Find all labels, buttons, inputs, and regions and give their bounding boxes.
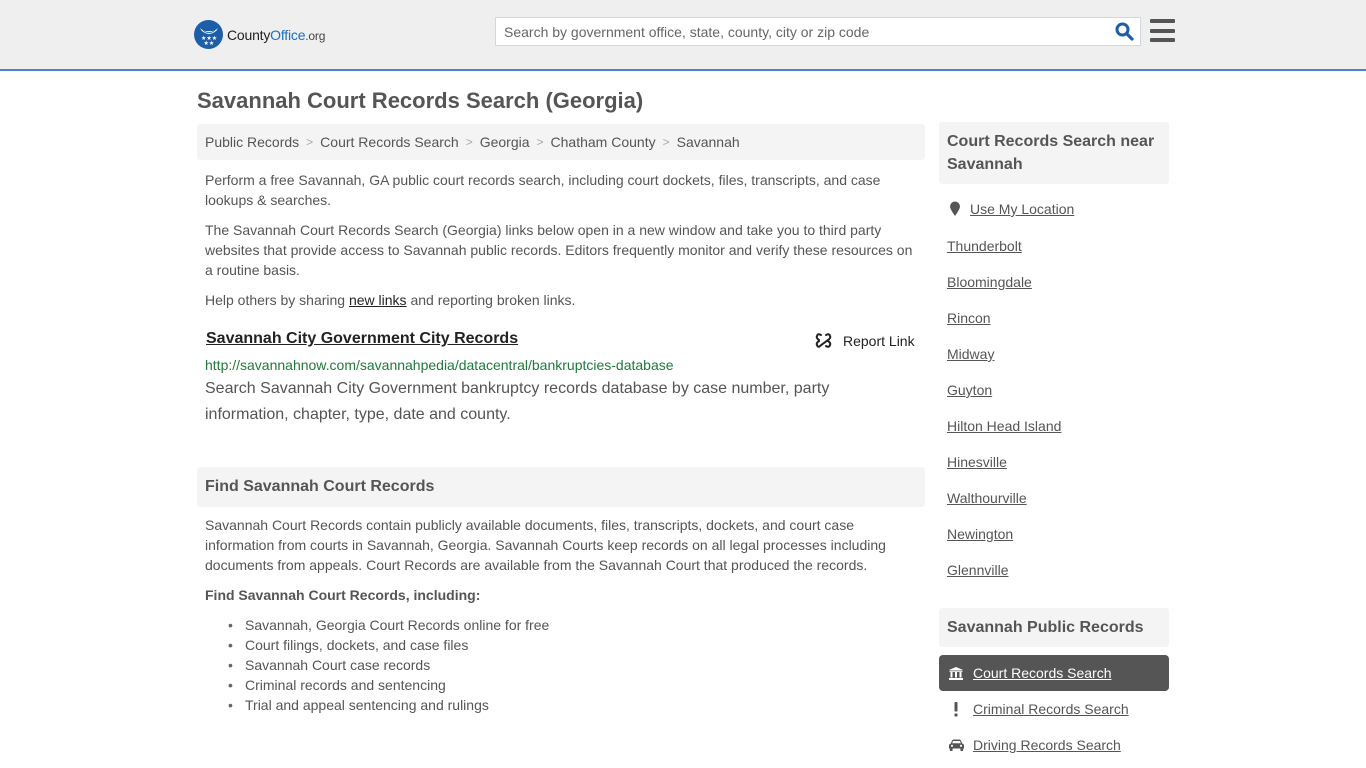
report-link-label: Report Link: [843, 332, 915, 349]
menu-bar: [1150, 38, 1175, 42]
breadcrumb-public-records[interactable]: Public Records: [205, 134, 299, 150]
intro-text: and reporting broken links.: [406, 292, 576, 308]
hamburger-menu-button[interactable]: [1150, 19, 1175, 42]
page-title: Savannah Court Records Search (Georgia): [197, 88, 644, 113]
logo-org: .org: [305, 28, 326, 43]
nearby-link-glennville[interactable]: Glennville: [947, 562, 1008, 578]
site-header: ★★★ ★★ CountyOffice.org: [0, 0, 1366, 71]
use-my-location[interactable]: Use My Location: [949, 201, 1074, 217]
list-item: Savannah Court case records: [228, 655, 549, 675]
result-title-link[interactable]: Savannah City Government City Records: [206, 330, 518, 348]
nearby-link-rincon[interactable]: Rincon: [947, 310, 991, 326]
intro-paragraph-3: Help others by sharing new links and rep…: [205, 290, 920, 310]
breadcrumb-chatham-county[interactable]: Chatham County: [551, 134, 656, 150]
menu-bar: [1150, 19, 1175, 23]
broken-link-icon: [815, 333, 832, 348]
list-item: Court filings, dockets, and case files: [228, 635, 549, 655]
breadcrumb-separator: >: [662, 135, 670, 149]
logo-county: County: [227, 26, 271, 43]
intro-paragraph-1: Perform a free Savannah, GA public court…: [205, 172, 881, 208]
nearby-link-midway[interactable]: Midway: [947, 346, 994, 362]
list-item: Savannah, Georgia Court Records online f…: [228, 615, 549, 635]
intro-paragraph-2: The Savannah Court Records Search (Georg…: [205, 222, 913, 278]
car-icon: [948, 739, 964, 751]
eagle-stars-logo-icon: ★★★ ★★: [194, 20, 223, 49]
nearby-link-walthourville[interactable]: Walthourville: [947, 490, 1027, 506]
driving-records-search-link[interactable]: Driving Records Search: [973, 737, 1121, 753]
public-records-header: Savannah Public Records: [939, 608, 1169, 647]
nearby-link-guyton[interactable]: Guyton: [947, 382, 992, 398]
logo-office: Office: [270, 26, 306, 43]
nearby-link-newington[interactable]: Newington: [947, 526, 1013, 542]
intro-text: Help others by sharing: [205, 292, 349, 308]
breadcrumb-court-records-search[interactable]: Court Records Search: [320, 134, 459, 150]
breadcrumb: Public Records > Court Records Search > …: [197, 124, 925, 160]
courthouse-icon: [948, 666, 964, 680]
logo-wordmark: CountyOffice.org: [227, 27, 325, 43]
report-link-button[interactable]: Report Link: [815, 332, 915, 349]
list-item: Trial and appeal sentencing and rulings: [228, 695, 549, 715]
find-section-list: Savannah, Georgia Court Records online f…: [228, 615, 549, 715]
logo-link[interactable]: ★★★ ★★ CountyOffice.org: [194, 20, 325, 49]
nearby-link-bloomingdale[interactable]: Bloomingdale: [947, 274, 1032, 290]
use-my-location-link[interactable]: Use My Location: [970, 201, 1074, 217]
new-links-link[interactable]: new links: [349, 292, 407, 308]
search-input[interactable]: [496, 18, 1108, 45]
sidebar-item-criminal-records-search[interactable]: Criminal Records Search: [939, 691, 1169, 727]
nearby-link-thunderbolt[interactable]: Thunderbolt: [947, 238, 1022, 254]
nearby-link-hilton-head-island[interactable]: Hilton Head Island: [947, 418, 1061, 434]
breadcrumb-savannah: Savannah: [676, 134, 740, 150]
nearby-header: Court Records Search near Savannah: [939, 122, 1169, 184]
result-description: Search Savannah City Government bankrupt…: [205, 380, 830, 423]
court-records-search-link[interactable]: Court Records Search: [973, 665, 1112, 681]
menu-bar: [1150, 28, 1175, 33]
nearby-link-hinesville[interactable]: Hinesville: [947, 454, 1007, 470]
sidebar-item-court-records-search[interactable]: Court Records Search: [939, 655, 1169, 691]
list-item: Criminal records and sentencing: [228, 675, 549, 695]
map-marker-icon: [950, 201, 960, 216]
breadcrumb-georgia[interactable]: Georgia: [480, 134, 530, 150]
result-url: http://savannahnow.com/savannahpedia/dat…: [205, 357, 674, 373]
sidebar-item-driving-records-search[interactable]: Driving Records Search: [939, 727, 1169, 763]
find-section-body: Savannah Court Records contain publicly …: [205, 517, 886, 573]
search-button[interactable]: [1108, 18, 1140, 45]
search-icon: [1115, 22, 1134, 41]
breadcrumb-separator: >: [306, 135, 314, 149]
breadcrumb-separator: >: [465, 135, 473, 149]
search-box: [495, 17, 1141, 46]
criminal-records-search-link[interactable]: Criminal Records Search: [973, 701, 1129, 717]
find-section-header: Find Savannah Court Records: [197, 467, 925, 507]
svg-text:★★: ★★: [203, 40, 214, 45]
find-section-subheading: Find Savannah Court Records, including:: [205, 587, 481, 603]
breadcrumb-separator: >: [536, 135, 544, 149]
exclamation-icon: [948, 701, 964, 717]
